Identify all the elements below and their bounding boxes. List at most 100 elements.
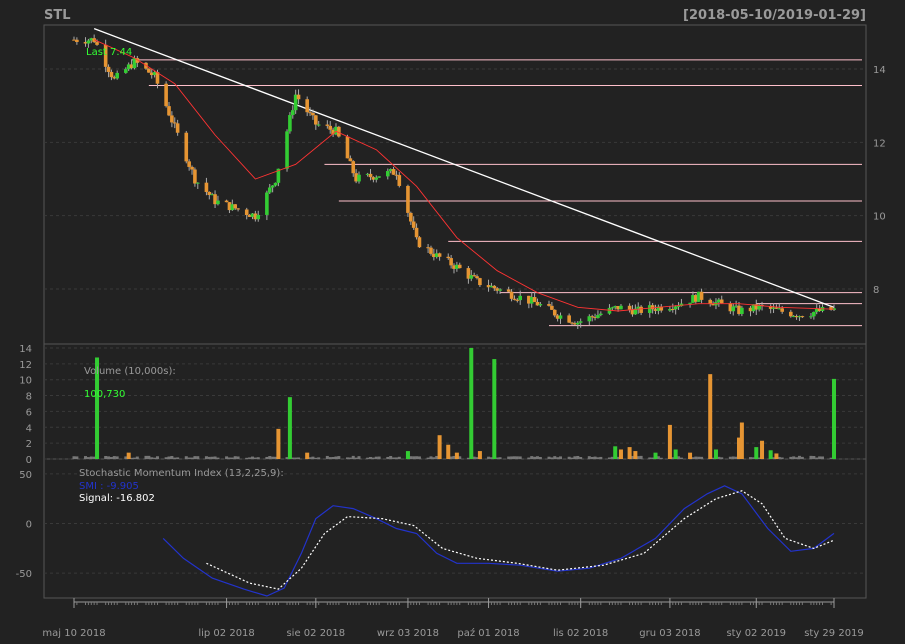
volume-base-bar <box>193 456 197 459</box>
volume-base-bar <box>225 456 229 459</box>
candle-body <box>296 94 301 100</box>
volume-tick-label: 14 <box>19 344 32 355</box>
volume-base-bar <box>86 457 90 459</box>
volume-base-bar <box>815 457 819 459</box>
volume-title: Volume (10,000s): <box>84 366 176 377</box>
candle-body <box>172 122 177 124</box>
volume-base-bar <box>334 456 338 459</box>
volume-base-bar <box>297 457 301 459</box>
volume-tick-label: 8 <box>26 392 32 403</box>
candle-body <box>409 212 413 222</box>
volume-base-bar <box>530 456 534 459</box>
volume-base-bar <box>579 457 583 459</box>
volume-base-bar <box>144 455 148 459</box>
volume-bar <box>673 449 678 459</box>
volume-base-bar <box>236 456 240 459</box>
candle-body <box>175 123 180 133</box>
signal-legend: Signal: -16.802 <box>79 493 155 504</box>
volume-bar <box>653 452 658 459</box>
volume-bar <box>768 450 773 459</box>
candle-body <box>190 166 194 170</box>
candle-body <box>676 306 681 308</box>
volume-base-bar <box>377 456 381 459</box>
candle-body <box>267 187 272 193</box>
candle-body <box>449 258 453 266</box>
volume-base-bar <box>109 457 113 459</box>
candle-body <box>106 66 111 72</box>
volume-base-bar <box>550 457 554 459</box>
volume-base-bar <box>170 455 174 459</box>
volume-base-bar <box>697 456 701 459</box>
candle-body <box>512 298 517 300</box>
candle-body <box>285 131 289 169</box>
candle-body <box>650 305 655 310</box>
volume-base-bar <box>573 456 577 459</box>
candle-body <box>397 175 402 186</box>
candle-body <box>547 304 551 306</box>
volume-last-value: 100,730 <box>84 389 125 400</box>
volume-base-bar <box>317 457 321 459</box>
candle-body <box>345 136 350 159</box>
volume-base-bar <box>498 457 502 459</box>
candle-body <box>627 305 632 310</box>
volume-base-bar <box>795 457 799 459</box>
volume-base-bar <box>345 457 349 459</box>
volume-base-bar <box>700 456 704 459</box>
volume-base-bar <box>351 455 355 459</box>
volume-base-bar <box>354 457 358 459</box>
volume-base-bar <box>374 456 378 459</box>
candle-body <box>86 40 91 44</box>
smi-tick-label: -50 <box>16 569 32 580</box>
candle-body <box>578 321 583 323</box>
candle-body <box>475 276 479 279</box>
volume-bar <box>446 444 451 459</box>
volume-bar <box>469 347 474 459</box>
volume-base-bar <box>132 457 136 459</box>
volume-base-bar <box>245 457 249 459</box>
volume-base-bar <box>593 456 597 459</box>
x-tick-label: wrz 03 2018 <box>377 628 439 639</box>
x-tick-label: sty 29 2019 <box>804 628 864 639</box>
volume-base-bar <box>227 457 231 459</box>
candle-body <box>731 306 736 312</box>
smi-tick-label: 50 <box>19 470 32 481</box>
volume-base-bar <box>337 456 341 459</box>
volume-base-bar <box>294 457 298 459</box>
candle-body <box>610 307 615 309</box>
volume-bar <box>477 451 482 459</box>
volume-base-bar <box>728 456 732 459</box>
candle-body <box>328 125 333 130</box>
volume-bar <box>832 378 836 459</box>
candle-body <box>809 316 813 318</box>
candle-body <box>429 247 433 254</box>
candle-body <box>506 289 511 292</box>
volume-base-bar <box>515 456 519 459</box>
volume-base-bar <box>253 457 257 459</box>
candle-body <box>256 214 261 220</box>
candle-body <box>498 289 502 291</box>
candle-body <box>265 192 269 215</box>
volume-base-bar <box>135 456 139 459</box>
volume-base-bar <box>256 457 260 459</box>
volume-base-bar <box>590 456 594 459</box>
volume-bar <box>633 451 638 459</box>
volume-base-bar <box>268 456 272 459</box>
volume-base-bar <box>510 456 514 459</box>
candle-body <box>800 316 805 318</box>
volume-base-bar <box>487 456 491 459</box>
volume-base-bar <box>397 456 401 459</box>
candle-body <box>164 83 168 107</box>
candle-body <box>437 253 442 257</box>
x-tick-label: paź 01 2018 <box>457 627 519 639</box>
x-tick-label: lis 02 2018 <box>553 628 608 639</box>
volume-base-bar <box>357 456 361 459</box>
candle-body <box>290 110 295 116</box>
volume-bar <box>613 446 618 459</box>
volume-base-bar <box>265 456 269 459</box>
volume-bar <box>760 440 765 459</box>
price-tick-label: 14 <box>873 65 886 76</box>
x-tick-label: lip 02 2018 <box>198 628 254 639</box>
candle-body <box>550 305 554 310</box>
volume-bar <box>708 374 713 459</box>
volume-base-bar <box>599 456 603 459</box>
